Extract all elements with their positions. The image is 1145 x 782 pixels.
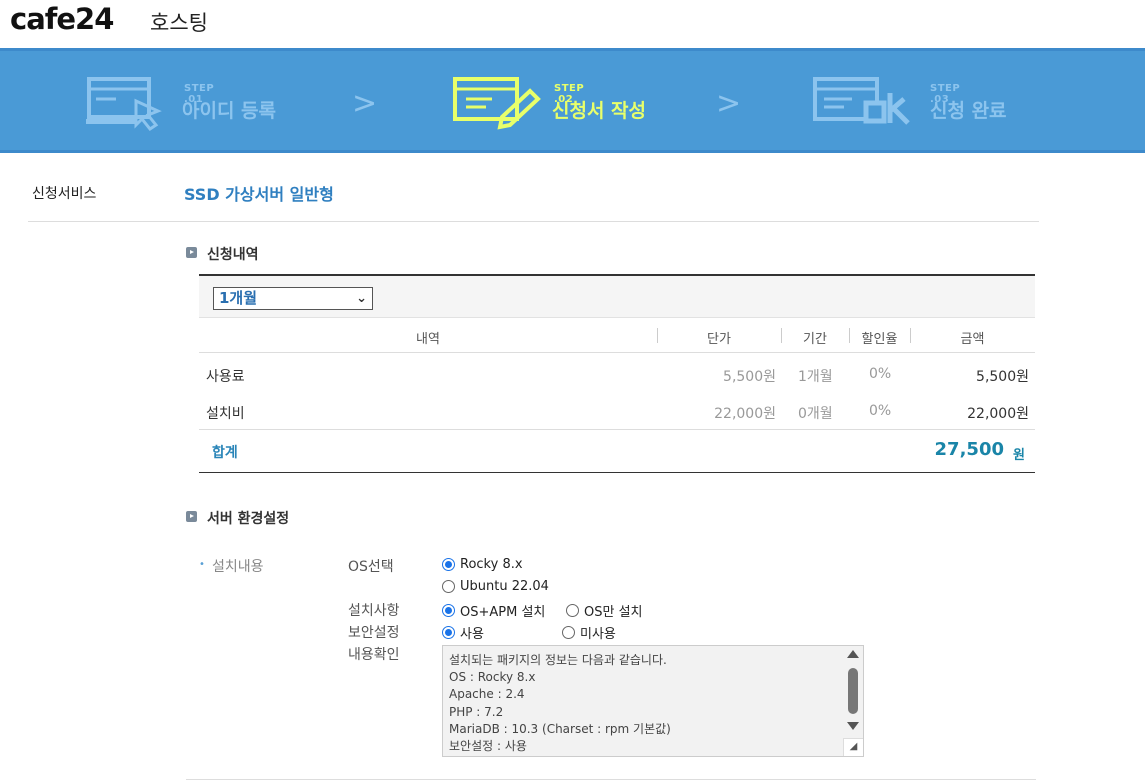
install-info-textarea[interactable]: 설치되는 패키지의 정보는 다음과 같습니다. OS : Rocky 8.x A… [442, 645, 864, 757]
install-content-text: 설치내용 [212, 559, 264, 575]
chevron-right-icon: > [716, 86, 742, 121]
info-line: 설치되는 패키지의 정보는 다음과 같습니다. [449, 653, 667, 667]
info-line: MariaDB : 10.3 (Charset : rpm 기본값) [449, 721, 671, 736]
total-row: 합계 27,500 원 [199, 429, 1035, 473]
radio-security-on[interactable]: 사용 [442, 623, 484, 642]
radio-security-off[interactable]: 미사용 [562, 623, 616, 642]
period-select[interactable]: 1개월 ⌄ [213, 287, 373, 310]
col-header-amount: 금액 [960, 332, 985, 347]
screen-ok-icon [813, 77, 910, 125]
info-line: PHP : 7.2 [449, 704, 504, 719]
resize-handle-icon[interactable]: ◢ [843, 738, 863, 756]
radio-install-os-only[interactable]: OS만 설치 [566, 601, 643, 620]
info-line: Apache : 2.4 [449, 687, 525, 702]
radio-selected-icon [442, 604, 455, 617]
os-label: OS선택 [348, 559, 394, 575]
page-header-title: 호스팅 [150, 11, 208, 35]
row-unit-price: 22,000원 [714, 406, 776, 422]
col-header-unit-price: 단가 [707, 332, 731, 347]
radio-label: 사용 [460, 627, 484, 642]
step-1-title: 아이디 등록 [182, 100, 277, 122]
radio-label: 미사용 [580, 627, 616, 642]
step-2-title: 신청서 작성 [552, 100, 647, 122]
col-header-item: 내역 [416, 332, 440, 347]
form-pencil-icon [453, 77, 541, 130]
cafe24-logo[interactable]: cafe24 [10, 2, 114, 36]
total-value: 27,500 [934, 439, 1004, 460]
row-amount: 5,500원 [976, 369, 1029, 385]
order-section-title: 신청내역 [207, 247, 259, 263]
top-bar: cafe24 호스팅 [0, 0, 1145, 48]
radio-os-ubuntu[interactable]: Ubuntu 22.04 [442, 579, 549, 594]
row-discount: 0% [869, 366, 892, 382]
install-content-label: 설치내용 [199, 556, 264, 576]
screen-cursor-icon [86, 77, 162, 131]
env-section-title: 서버 환경설정 [207, 511, 290, 527]
scroll-up-arrow-icon[interactable] [847, 650, 859, 658]
step-3-title: 신청 완료 [930, 100, 1007, 122]
divider [28, 221, 1039, 222]
col-header-discount: 할인율 [861, 332, 898, 347]
table-row: 설치비 22,000원 0개월 0% 22,000원 [199, 392, 1035, 429]
section-bullet-icon [186, 511, 197, 522]
scroll-down-arrow-icon[interactable] [847, 722, 859, 730]
radio-label: OS만 설치 [584, 605, 643, 620]
row-period: 0개월 [798, 406, 833, 422]
radio-selected-icon [442, 558, 455, 571]
service-value: SSD 가상서버 일반형 [184, 185, 334, 204]
table-row: 사용료 5,500원 1개월 0% 5,500원 [199, 355, 1035, 392]
chevron-right-icon: > [352, 86, 378, 121]
row-amount: 22,000원 [967, 406, 1029, 422]
radio-unselected-icon [566, 604, 579, 617]
radio-label: Rocky 8.x [460, 557, 523, 572]
col-header-period: 기간 [803, 332, 827, 347]
radio-install-os-apm[interactable]: OS+APM 설치 [442, 601, 545, 620]
row-unit-price: 5,500원 [723, 369, 776, 385]
radio-os-rocky[interactable]: Rocky 8.x [442, 557, 523, 572]
section-bullet-icon [186, 247, 197, 258]
total-label: 합계 [212, 445, 238, 461]
install-info-text: 설치되는 패키지의 정보는 다음과 같습니다. OS : Rocky 8.x A… [449, 652, 671, 755]
radio-label: Ubuntu 22.04 [460, 579, 549, 594]
row-discount: 0% [869, 403, 892, 419]
install-type-label: 설치사항 [348, 603, 400, 619]
row-item: 사용료 [206, 369, 245, 385]
divider [186, 779, 1036, 780]
radio-label: OS+APM 설치 [460, 605, 546, 620]
info-line: OS : Rocky 8.x [449, 670, 536, 685]
order-table-toolbar: 1개월 ⌄ [199, 274, 1035, 318]
confirm-label: 내용확인 [348, 647, 400, 663]
radio-selected-icon [442, 626, 455, 639]
radio-unselected-icon [562, 626, 575, 639]
row-period: 1개월 [798, 369, 833, 385]
service-label: 신청서비스 [32, 186, 97, 202]
radio-unselected-icon [442, 580, 455, 593]
chevron-down-icon: ⌄ [356, 291, 367, 306]
row-item: 설치비 [206, 406, 245, 422]
info-line: 보안설정 : 사용 [449, 739, 527, 754]
period-select-value: 1개월 [219, 289, 258, 307]
order-table: 1개월 ⌄ 내역 단가 기간 할인율 금액 사용료 5,500원 1개월 0% … [199, 274, 1035, 473]
scrollbar-thumb[interactable] [848, 668, 858, 714]
table-header: 내역 단가 기간 할인율 금액 [199, 318, 1035, 353]
security-label: 보안설정 [348, 625, 400, 641]
total-unit: 원 [1013, 448, 1025, 463]
step-progress-banner: STEP .01 아이디 등록 > STEP .02 신청서 작성 > STEP… [0, 48, 1145, 153]
